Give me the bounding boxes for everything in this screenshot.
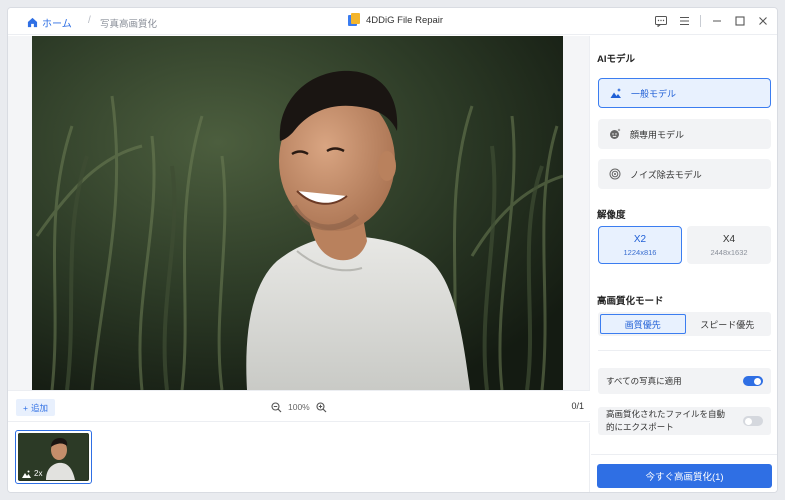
plus-icon: +: [23, 402, 28, 413]
sidebar-divider: [598, 350, 771, 351]
thumbnail-badge: 2x: [22, 469, 42, 478]
model-general-label: 一般モデル: [631, 88, 677, 99]
preview-toolbar: + 追加 100% 0/1: [8, 390, 590, 422]
settings-sidebar: AIモデル 一般モデル 顔専用モデル ノイズ除去モデル 解像度 X2 1224x…: [591, 36, 777, 492]
maximize-icon[interactable]: [733, 14, 747, 28]
model-denoise-label: ノイズ除去モデル: [630, 169, 702, 180]
title-bar: ホーム / 写真高画質化 4DDiG File Repair: [8, 8, 777, 35]
resolution-x2-button[interactable]: X2 1224x816: [598, 226, 682, 264]
model-denoise-button[interactable]: ノイズ除去モデル: [598, 159, 771, 189]
auto-export-toggle[interactable]: [743, 416, 763, 426]
minimize-icon[interactable]: [710, 14, 724, 28]
breadcrumb-separator: /: [88, 15, 91, 26]
app-window: ホーム / 写真高画質化 4DDiG File Repair + 追加 100%…: [7, 7, 778, 493]
ai-model-title: AIモデル: [597, 54, 636, 65]
app-title: 4DDiG File Repair: [348, 13, 443, 27]
resolution-x4-button[interactable]: X4 2448x1632: [687, 226, 771, 264]
window-controls: [654, 14, 770, 28]
preview-image: [32, 36, 563, 390]
face-sparkle-icon: [610, 128, 621, 139]
thumbnail-item[interactable]: 2x: [15, 430, 92, 484]
resolution-x2-label: X2: [633, 233, 647, 245]
page-count: 0/1: [571, 401, 584, 411]
mode-speed-button[interactable]: スピード優先: [686, 314, 770, 334]
auto-export-label: 高画質化されたファイルを自動的にエクスポート: [606, 409, 726, 432]
resolution-title: 解像度: [597, 210, 626, 221]
resolution-x4-label: X4: [722, 233, 736, 245]
mode-title: 高画質化モード: [597, 296, 664, 307]
apply-all-toggle[interactable]: [743, 376, 763, 386]
zoom-out-icon[interactable]: [270, 401, 282, 413]
zoom-controls: 100%: [270, 401, 328, 413]
resolution-x4-size: 2448x1632: [710, 247, 748, 257]
thumbnail-image: 2x: [18, 433, 89, 481]
enhance-now-button[interactable]: 今すぐ高画質化(1): [597, 464, 772, 488]
landscape-sparkle-icon: [610, 88, 621, 98]
preview-area: [8, 36, 590, 390]
breadcrumb-current-page: 写真高画質化: [100, 19, 158, 30]
menu-icon[interactable]: [677, 14, 691, 28]
auto-export-row: 高画質化されたファイルを自動的にエクスポート: [598, 407, 771, 435]
feedback-icon[interactable]: [654, 14, 668, 28]
thumbnail-scale: 2x: [34, 469, 43, 478]
add-button[interactable]: + 追加: [16, 399, 55, 416]
home-icon: [27, 17, 38, 28]
app-logo-icon: [348, 13, 360, 27]
mode-quality-button[interactable]: 画質優先: [600, 314, 686, 334]
apply-all-row: すべての写真に適用: [598, 368, 771, 394]
controls-divider: [700, 15, 701, 27]
add-label: 追加: [30, 402, 48, 413]
apply-all-label: すべての写真に適用: [606, 376, 682, 386]
resolution-x2-size: 1224x816: [623, 247, 657, 257]
close-icon[interactable]: [756, 14, 770, 28]
home-link[interactable]: ホーム: [27, 15, 72, 30]
model-face-button[interactable]: 顔専用モデル: [598, 119, 771, 149]
zoom-level: 100%: [288, 402, 310, 412]
mode-segmented-control: 画質優先 スピード優先: [598, 312, 771, 336]
model-face-label: 顔専用モデル: [630, 129, 685, 140]
denoise-icon: [609, 168, 621, 180]
zoom-in-icon[interactable]: [316, 401, 328, 413]
image-sparkle-icon: [22, 470, 31, 478]
home-label: ホーム: [42, 19, 72, 30]
model-general-button[interactable]: 一般モデル: [598, 78, 771, 108]
app-title-text: 4DDiG File Repair: [366, 14, 444, 26]
thumbnail-strip: 2x: [8, 423, 590, 492]
sidebar-footer-divider: [591, 454, 777, 455]
